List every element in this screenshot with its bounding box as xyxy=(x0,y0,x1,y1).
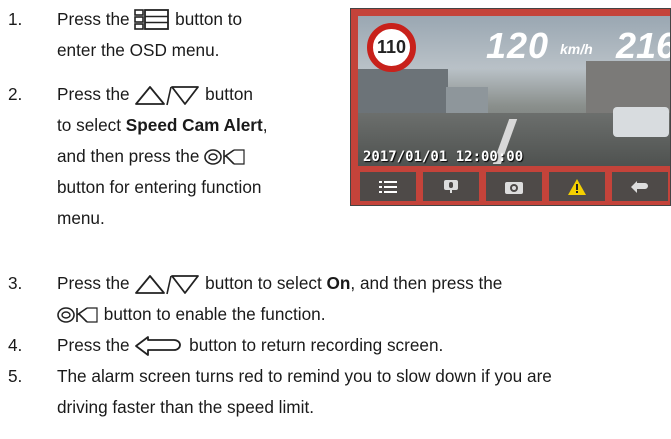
camera-button xyxy=(486,172,542,201)
menu-icon xyxy=(134,9,170,31)
mic-button xyxy=(423,172,479,201)
step-text: Press the button to return recording scr… xyxy=(57,330,443,361)
ok-icon xyxy=(204,149,245,166)
step-text-line: The alarm screen turns red to remind you… xyxy=(57,366,552,386)
step-text-line: driving faster than the speed limit. xyxy=(57,397,314,417)
step-text-line: enter the OSD menu. xyxy=(57,40,220,60)
step-number: 4. xyxy=(8,335,23,355)
menu-button xyxy=(360,172,416,201)
step-text: Press the button xyxy=(57,79,253,110)
step-number: 1. xyxy=(8,9,23,29)
microphone-icon xyxy=(444,179,458,193)
step-text-line: to select Speed Cam Alert, xyxy=(57,115,268,135)
up-down-arrow-icon xyxy=(135,86,200,106)
step-text-line: and then press the xyxy=(57,141,246,172)
speed-unit: km/h xyxy=(560,41,593,57)
current-speed: 120 xyxy=(486,25,550,66)
speed-cam-alert-screen: 110 120 km/h 216 2017/01/01 12:00:00 xyxy=(350,8,671,206)
warning-icon xyxy=(568,178,586,195)
step-text-line: button to enable the function. xyxy=(57,299,325,330)
warning-button xyxy=(549,172,605,201)
step-text-line: menu. xyxy=(57,208,105,228)
heading-value: 216 xyxy=(616,25,671,66)
step-text-line: button for entering function xyxy=(57,177,262,197)
camera-icon xyxy=(505,181,523,194)
step-text: Press the button to select On, and then … xyxy=(57,268,502,299)
return-button xyxy=(612,172,668,201)
step-number: 5. xyxy=(8,366,23,386)
setting-value: On xyxy=(326,273,351,293)
speed-limit-sign: 110 xyxy=(367,23,416,72)
return-icon xyxy=(135,336,182,357)
return-icon xyxy=(631,180,648,193)
timestamp: 2017/01/01 12:00:00 xyxy=(363,149,524,165)
step-number: 3. xyxy=(8,273,23,293)
menu-icon xyxy=(379,180,397,193)
car xyxy=(613,107,669,137)
ok-icon xyxy=(57,307,98,324)
step-text: Press the button to xyxy=(57,4,242,35)
setting-name: Speed Cam Alert xyxy=(125,115,263,135)
step-number: 2. xyxy=(8,84,23,104)
up-down-arrow-icon xyxy=(135,275,200,295)
